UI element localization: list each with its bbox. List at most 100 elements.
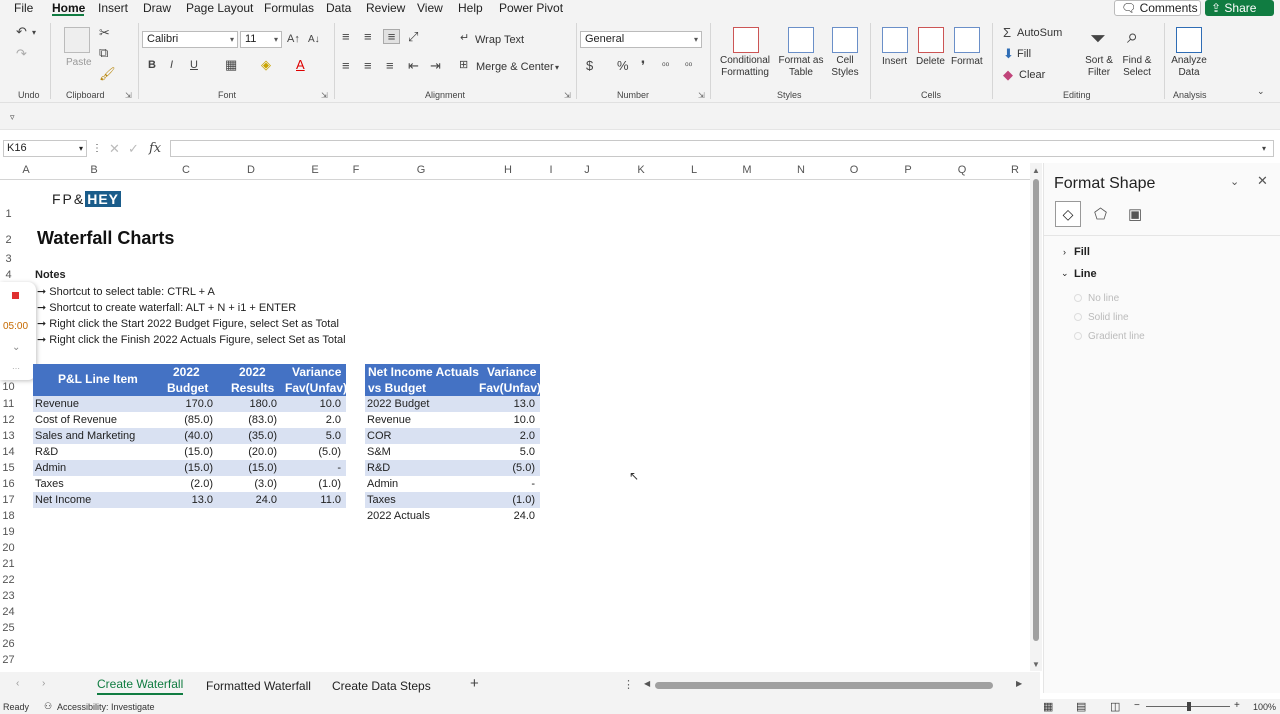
scroll-left-icon[interactable]: ◀ [644,679,650,688]
table-cell[interactable]: 2022 Budget [367,396,429,412]
table-cell[interactable]: 10.0 [514,412,535,428]
increase-font-icon[interactable]: A↑ [287,33,300,46]
vertical-scrollbar[interactable]: ▲ ▼ [1030,163,1042,671]
find-select-button[interactable]: Find & Select [1118,55,1156,79]
column-header-j[interactable]: J [581,164,593,176]
fill-line-tab-icon[interactable]: ◇ [1055,201,1081,227]
menu-view[interactable]: View [417,1,443,15]
column-header-n[interactable]: N [795,164,807,176]
table-cell[interactable]: Cost of Revenue [35,412,117,428]
column-header-o[interactable]: O [848,164,860,176]
font-size-select[interactable]: 11 ▾ [240,31,282,48]
table-cell[interactable]: Revenue [367,412,411,428]
no-line-option[interactable]: No line [1088,293,1119,304]
tab-create-waterfall[interactable]: Create Waterfall [97,677,184,695]
table-cell[interactable]: 5.0 [520,444,535,460]
menu-formulas[interactable]: Formulas [264,1,314,15]
decrease-decimal-icon[interactable]: ⁰⁰ [685,60,692,73]
table-cell[interactable]: 2.0 [520,428,535,444]
cut-icon[interactable]: ✂ [99,26,110,39]
column-header-q[interactable]: Q [956,164,968,176]
close-icon[interactable]: ✕ [1257,173,1268,189]
column-header-k[interactable]: K [635,164,647,176]
column-header-p[interactable]: P [902,164,914,176]
increase-decimal-icon[interactable]: ⁰⁰ [662,60,669,73]
row-header[interactable]: 11 [0,398,17,410]
normal-view-icon[interactable]: ▦ [1043,700,1053,713]
table-cell[interactable]: (15.0) [184,444,213,460]
percent-icon[interactable]: % [617,59,629,72]
align-bottom-icon[interactable]: ≡ [383,29,400,44]
row-header[interactable]: 24 [0,606,17,618]
table-cell[interactable]: 13.0 [514,396,535,412]
bold-icon[interactable]: B [148,59,156,72]
scroll-tabs-left-icon[interactable]: ‹ [16,678,19,689]
gradient-line-option[interactable]: Gradient line [1088,331,1145,342]
tab-formatted-waterfall[interactable]: Formatted Waterfall [206,679,311,693]
column-header-r[interactable]: R [1009,164,1021,176]
table-cell[interactable]: 180.0 [249,396,277,412]
align-right-icon[interactable]: ≡ [386,59,394,72]
fill-section-header[interactable]: Fill [1074,246,1090,258]
column-header-h[interactable]: H [502,164,514,176]
table-cell[interactable]: (85.0) [184,412,213,428]
menu-data[interactable]: Data [326,1,351,15]
row-header[interactable]: 18 [0,510,17,522]
table-cell[interactable]: (20.0) [248,444,277,460]
redo-icon[interactable]: ↷ [16,47,27,60]
table-cell[interactable]: (3.0) [254,476,277,492]
column-header-d[interactable]: D [245,164,257,176]
font-name-select[interactable]: Calibri ▾ [142,31,238,48]
table-cell[interactable]: Revenue [35,396,79,412]
table-cell[interactable]: - [531,476,535,492]
format-cells-button[interactable]: Format [951,56,983,68]
enter-icon[interactable]: ✓ [128,142,139,155]
table-cell[interactable]: 2.0 [326,412,341,428]
comma-icon[interactable]: ❜ [641,59,645,72]
scroll-right-icon[interactable]: ▶ [1016,679,1022,688]
conditional-formatting-button[interactable]: Conditional Formatting [716,55,774,79]
page-layout-view-icon[interactable]: ▤ [1076,700,1086,713]
zoom-out-icon[interactable]: − [1134,700,1140,711]
currency-icon[interactable]: $ [586,59,593,72]
scroll-down-icon[interactable]: ▼ [1032,660,1040,669]
alignment-launcher-icon[interactable]: ⇲ [564,91,571,100]
table-cell[interactable]: (15.0) [184,460,213,476]
number-format-select[interactable]: General ▾ [580,31,702,48]
column-header-a[interactable]: A [20,164,32,176]
table-cell[interactable]: 5.0 [326,428,341,444]
radio-solid-line[interactable] [1074,313,1082,321]
format-painter-icon[interactable]: 🖌 [99,67,116,80]
table-cell[interactable]: (15.0) [248,460,277,476]
table-cell[interactable]: (35.0) [248,428,277,444]
column-header-b[interactable]: B [88,164,100,176]
align-top-icon[interactable]: ≡ [342,30,350,43]
fill-color-icon[interactable]: ◈ [261,58,271,71]
table-cell[interactable]: 24.0 [514,508,535,524]
row-header[interactable]: 4 [0,269,17,281]
paste-icon[interactable] [64,27,90,53]
table-cell[interactable]: (40.0) [184,428,213,444]
font-launcher-icon[interactable]: ⇲ [321,91,328,100]
font-color-icon[interactable]: A [296,58,305,71]
menu-insert[interactable]: Insert [98,1,128,15]
align-left-icon[interactable]: ≡ [342,59,350,72]
table-cell[interactable]: (2.0) [190,476,213,492]
format-as-table-button[interactable]: Format as Table [778,55,824,79]
menu-home[interactable]: Home [52,1,85,15]
insert-function-icon[interactable]: fx [149,142,161,155]
align-middle-icon[interactable]: ≡ [364,30,372,43]
menu-page-layout[interactable]: Page Layout [186,1,253,15]
formula-input[interactable] [170,140,1274,157]
column-header-e[interactable]: E [309,164,321,176]
menu-review[interactable]: Review [366,1,405,15]
scroll-up-icon[interactable]: ▲ [1032,166,1040,175]
share-button[interactable]: ⇪ Share [1205,0,1274,16]
menu-power-pivot[interactable]: Power Pivot [499,1,563,15]
row-header[interactable]: 16 [0,478,17,490]
table-cell[interactable]: 24.0 [256,492,277,508]
table-cell[interactable]: 13.0 [192,492,213,508]
radio-gradient-line[interactable] [1074,332,1082,340]
expand-formula-bar-icon[interactable]: ▾ [1262,142,1266,155]
table-cell[interactable]: R&D [35,444,58,460]
